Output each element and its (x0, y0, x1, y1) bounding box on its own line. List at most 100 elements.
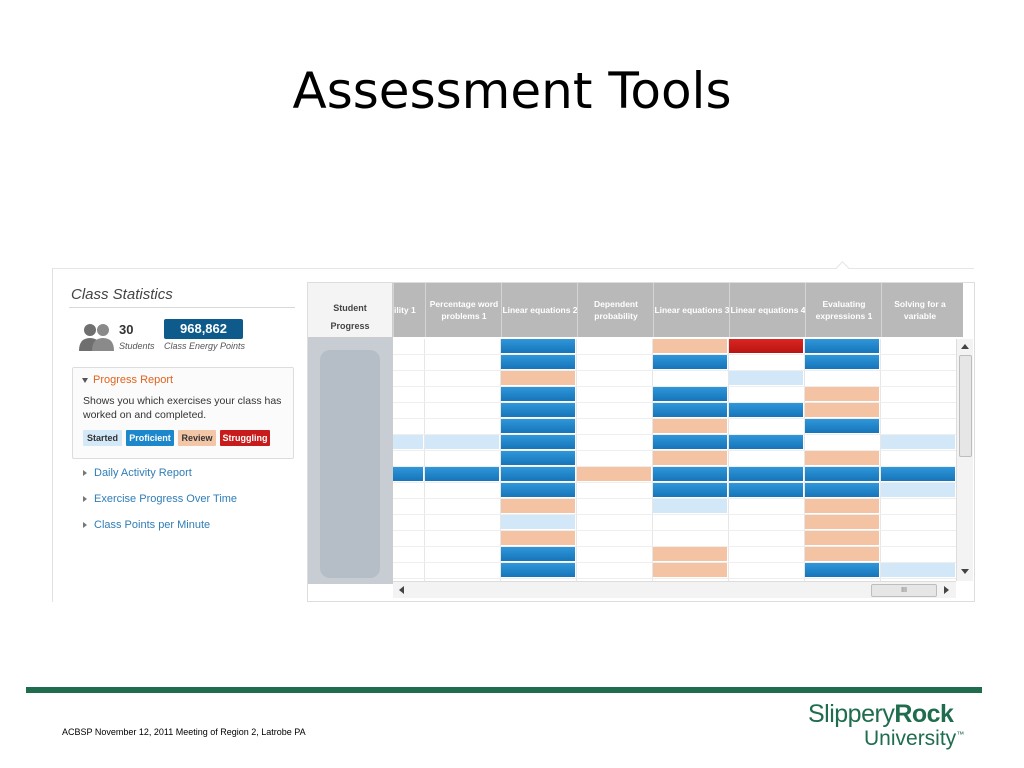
top-divider (52, 268, 974, 269)
progress-cell[interactable] (805, 467, 879, 481)
progress-cell[interactable] (729, 483, 803, 497)
arrow-up-icon[interactable] (961, 344, 969, 349)
progress-cell[interactable] (393, 435, 423, 449)
footer-text: ACBSP November 12, 2011 Meeting of Regio… (62, 727, 306, 737)
grid-row-line (393, 370, 956, 371)
progress-cell[interactable] (577, 467, 651, 481)
column-header[interactable]: Linear equations 4 (729, 283, 806, 337)
blurred-names (320, 350, 380, 578)
progress-cell[interactable] (653, 547, 727, 561)
class-statistics-title: Class Statistics (71, 286, 173, 303)
progress-cell[interactable] (805, 547, 879, 561)
progress-cell[interactable] (881, 563, 955, 577)
horizontal-scrollbar[interactable]: III (393, 581, 956, 598)
progress-cell[interactable] (501, 339, 575, 353)
progress-cell[interactable] (501, 387, 575, 401)
caret-down-icon (82, 377, 88, 383)
grid-column-line (424, 339, 425, 581)
column-header[interactable]: Solving for a variable (881, 283, 958, 337)
progress-cell[interactable] (501, 515, 575, 529)
slide-title: Assessment Tools (292, 62, 732, 120)
progress-cell[interactable] (805, 403, 879, 417)
progress-cell[interactable] (501, 531, 575, 545)
column-header[interactable]: ility 1 (393, 283, 426, 337)
progress-cell[interactable] (653, 499, 727, 513)
progress-cell[interactable] (805, 355, 879, 369)
progress-report-panel: Progress Report Shows you which exercise… (72, 367, 294, 459)
logo-tm: ™ (956, 730, 965, 739)
column-header[interactable]: Percentage word problems 1 (425, 283, 502, 337)
progress-report-toggle[interactable]: Progress Report (82, 374, 173, 386)
legend-proficient: Proficient (126, 430, 174, 446)
progress-cell[interactable] (653, 467, 727, 481)
progress-cell[interactable] (393, 467, 423, 481)
progress-cell[interactable] (653, 563, 727, 577)
legend-struggling: Struggling (220, 430, 270, 446)
progress-cell[interactable] (729, 339, 803, 353)
arrow-down-icon[interactable] (961, 569, 969, 574)
people-icon (79, 324, 114, 351)
progress-report-heading: Progress Report (93, 374, 174, 386)
nav-link-class-points[interactable]: Class Points per Minute (83, 519, 210, 531)
progress-cell[interactable] (805, 483, 879, 497)
progress-cell[interactable] (653, 339, 727, 353)
logo-line2: University (864, 727, 957, 750)
progress-cell[interactable] (805, 419, 879, 433)
caret-right-icon (83, 496, 87, 503)
progress-cell[interactable] (653, 435, 727, 449)
progress-cell[interactable] (425, 435, 499, 449)
progress-cell[interactable] (729, 403, 803, 417)
progress-cell[interactable] (653, 483, 727, 497)
student-names-column (308, 338, 393, 584)
progress-cell[interactable] (501, 355, 575, 369)
vertical-scrollbar[interactable] (956, 339, 973, 581)
energy-points-badge: 968,862 (164, 319, 243, 339)
progress-cell[interactable] (729, 467, 803, 481)
progress-cell[interactable] (501, 563, 575, 577)
progress-cell[interactable] (881, 467, 955, 481)
progress-cell[interactable] (805, 563, 879, 577)
progress-cell[interactable] (501, 547, 575, 561)
column-header[interactable]: Linear equations 2 (501, 283, 578, 337)
students-label: Students (119, 341, 155, 351)
progress-cell[interactable] (501, 403, 575, 417)
progress-cell[interactable] (805, 515, 879, 529)
progress-cell[interactable] (729, 371, 803, 385)
progress-cell[interactable] (805, 499, 879, 513)
horizontal-scroll-thumb[interactable]: III (871, 584, 937, 597)
progress-cell[interactable] (729, 435, 803, 449)
university-logo: SlipperyRock University™ (808, 700, 978, 756)
student-header-line1: Student (333, 303, 367, 313)
progress-cell[interactable] (501, 483, 575, 497)
progress-cell[interactable] (501, 435, 575, 449)
progress-cell[interactable] (501, 467, 575, 481)
nav-link-daily-activity[interactable]: Daily Activity Report (83, 467, 192, 479)
students-count: 30 (119, 322, 134, 337)
progress-cell[interactable] (653, 419, 727, 433)
progress-cell[interactable] (881, 483, 955, 497)
progress-cell[interactable] (501, 451, 575, 465)
progress-cell[interactable] (805, 531, 879, 545)
progress-cell[interactable] (653, 451, 727, 465)
logo-part1: Slippery (808, 700, 895, 728)
progress-cell[interactable] (653, 355, 727, 369)
progress-cell[interactable] (425, 467, 499, 481)
progress-cell[interactable] (653, 387, 727, 401)
column-header[interactable]: Evaluating expressions 1 (805, 283, 882, 337)
progress-cell[interactable] (881, 435, 955, 449)
progress-cell[interactable] (501, 499, 575, 513)
progress-cell[interactable] (501, 371, 575, 385)
column-header[interactable]: Dependent probability (577, 283, 654, 337)
progress-cell[interactable] (805, 387, 879, 401)
grid-column-line (880, 339, 881, 581)
progress-report-description: Shows you which exercises your class has… (83, 395, 282, 421)
progress-cell[interactable] (805, 339, 879, 353)
progress-cell[interactable] (501, 419, 575, 433)
column-header[interactable]: Linear equations 3 (653, 283, 730, 337)
progress-cell[interactable] (805, 451, 879, 465)
progress-cell[interactable] (653, 403, 727, 417)
arrow-left-icon[interactable] (399, 586, 404, 594)
vertical-scroll-thumb[interactable] (959, 355, 972, 457)
nav-link-exercise-progress[interactable]: Exercise Progress Over Time (83, 493, 237, 505)
arrow-right-icon[interactable] (944, 586, 949, 594)
